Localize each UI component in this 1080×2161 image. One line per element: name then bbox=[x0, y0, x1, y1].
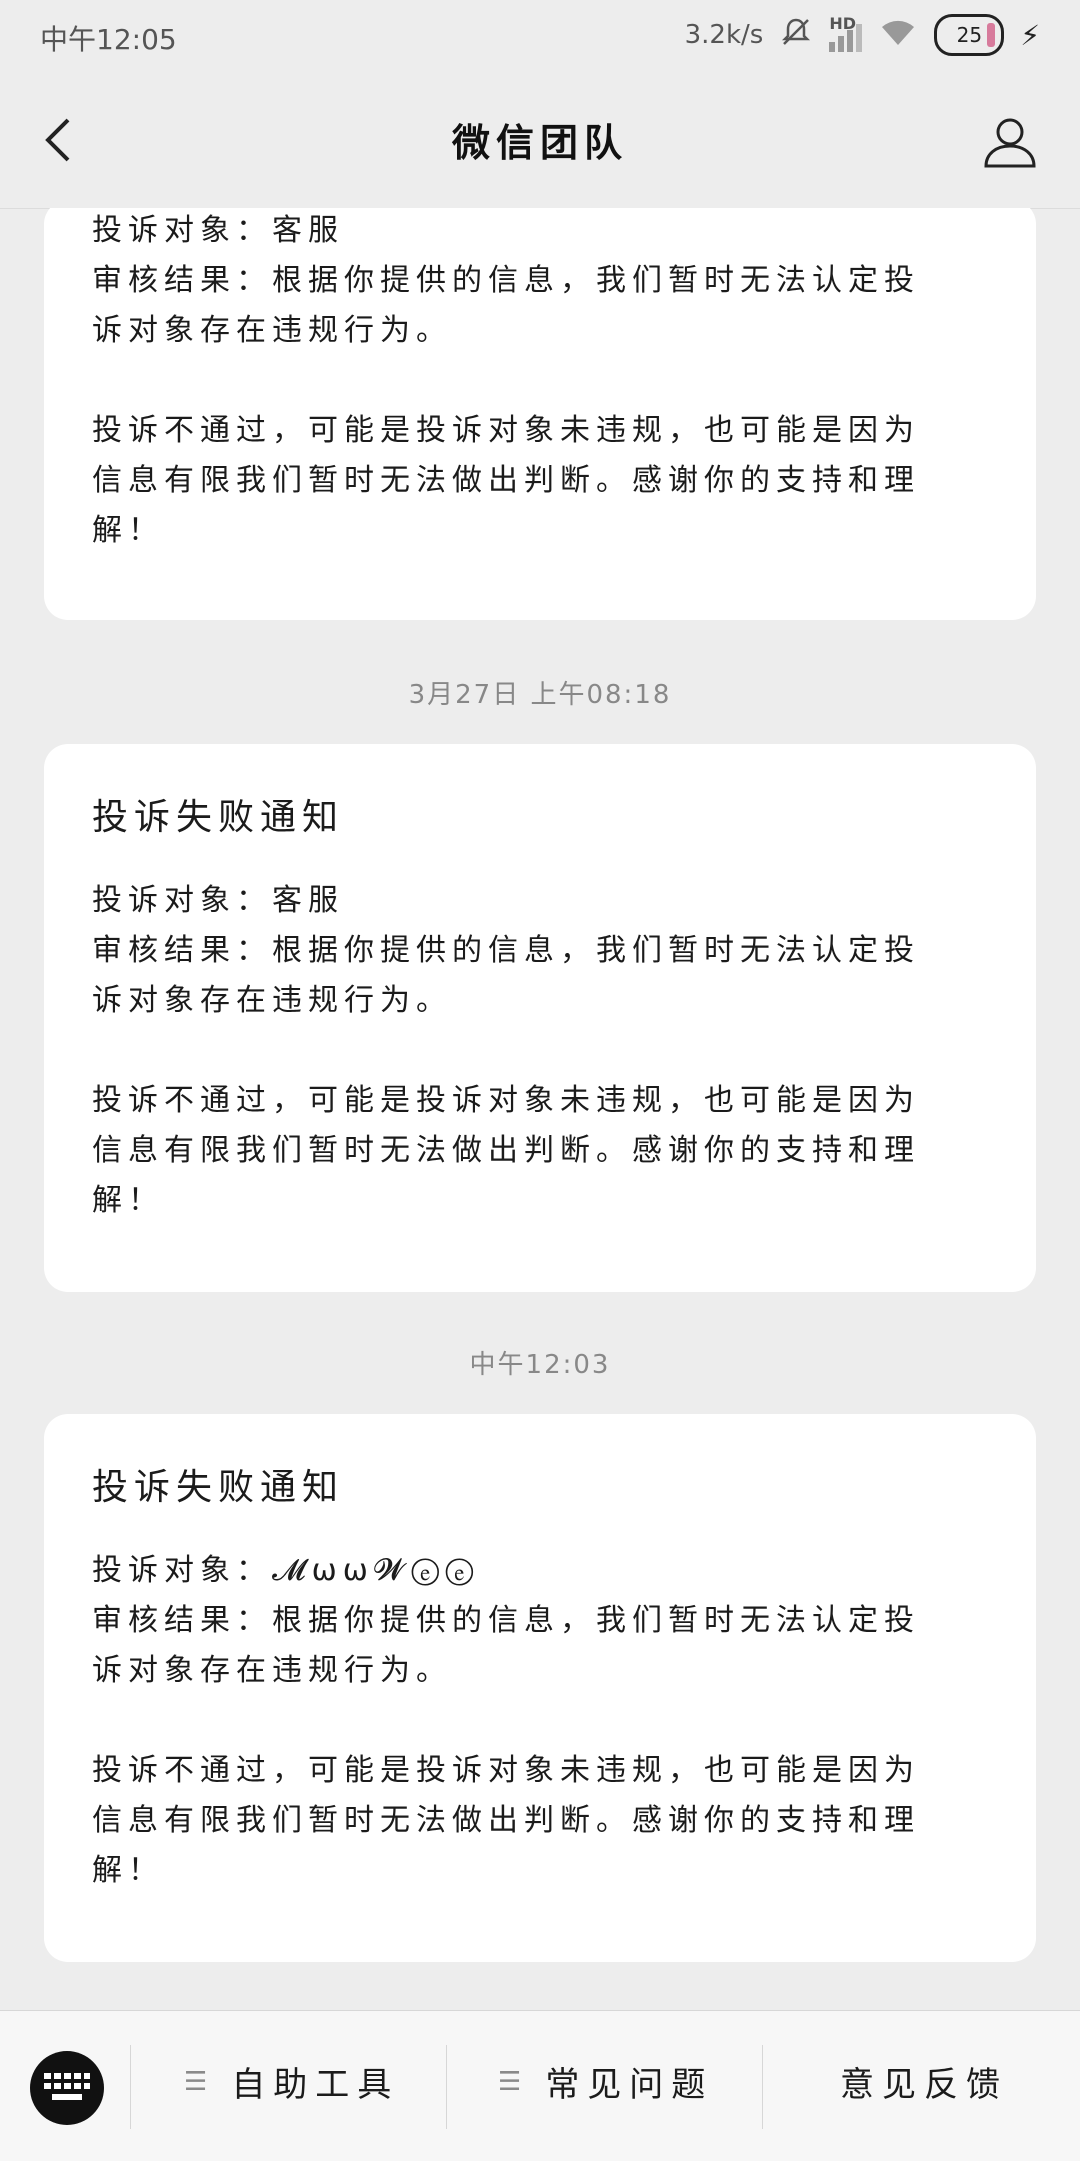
note-line: 信息有限我们暂时无法做出判断。感谢你的支持和理 bbox=[92, 463, 920, 498]
note-line: 投诉不通过，可能是投诉对象未违规，也可能是因为 bbox=[92, 1753, 920, 1788]
review-result-line: 诉对象存在违规行为。 bbox=[92, 1653, 452, 1688]
menu-icon: ☰ bbox=[498, 2066, 530, 2097]
nav-bar: 微信团队 bbox=[0, 72, 1080, 209]
keyboard-toggle-button[interactable] bbox=[30, 2051, 104, 2125]
note-line: 信息有限我们暂时无法做出判断。感谢你的支持和理 bbox=[92, 1803, 920, 1838]
charging-icon: ⚡ bbox=[1020, 18, 1040, 52]
review-result-line: 诉对象存在违规行为。 bbox=[92, 983, 452, 1018]
timestamp: 3月27日 上午08:18 bbox=[408, 680, 672, 710]
divider bbox=[446, 2045, 447, 2129]
person-icon bbox=[984, 118, 1036, 168]
card-title: 投诉失败通知 bbox=[92, 797, 345, 838]
status-icons: 3.2k/s HD 25 ⚡ bbox=[685, 14, 1040, 56]
message-card[interactable]: 投诉失败通知 投诉对象：𝓜ѡѡ𝓦ⓔⓔ 审核结果：根据你提供的信息，我们暂时无法认… bbox=[44, 1414, 1036, 1962]
menu-label: 自助工具 bbox=[231, 2065, 400, 2105]
review-result-line: 诉对象存在违规行为。 bbox=[92, 313, 452, 348]
hd-label: HD bbox=[829, 14, 856, 33]
divider bbox=[130, 2045, 131, 2129]
keyboard-icon bbox=[44, 2073, 90, 2100]
review-result-line: 审核结果：根据你提供的信息，我们暂时无法认定投 bbox=[92, 933, 920, 968]
complaint-target: 投诉对象：客服 bbox=[92, 213, 344, 248]
note-line: 解！ bbox=[92, 513, 164, 548]
signal-icon: HD bbox=[829, 14, 863, 52]
battery-icon: 25 bbox=[934, 14, 1005, 56]
note-line: 解！ bbox=[92, 1853, 164, 1888]
menu-icon: ☰ bbox=[184, 2066, 216, 2097]
menu-label: 常见问题 bbox=[545, 2065, 714, 2105]
divider bbox=[762, 2045, 763, 2129]
bottom-menu-bar: ☰ 自助工具 ☰ 常见问题 意见反馈 bbox=[0, 2010, 1080, 2161]
note-line: 投诉不通过，可能是投诉对象未违规，也可能是因为 bbox=[92, 1083, 920, 1118]
battery-level: 25 bbox=[956, 23, 983, 47]
menu-feedback[interactable]: 意见反馈 bbox=[840, 2057, 1008, 2106]
status-bar: 中午12:05 3.2k/s HD 25 ⚡ bbox=[0, 0, 1080, 72]
note-line: 投诉不通过，可能是投诉对象未违规，也可能是因为 bbox=[92, 413, 920, 448]
message-list[interactable]: 投诉对象：客服 审核结果：根据你提供的信息，我们暂时无法认定投 诉对象存在违规行… bbox=[0, 208, 1080, 2010]
network-speed: 3.2k/s bbox=[684, 20, 764, 50]
complaint-target: 投诉对象：客服 bbox=[92, 883, 344, 918]
menu-self-service[interactable]: ☰ 自助工具 bbox=[184, 2057, 399, 2106]
profile-button[interactable] bbox=[980, 112, 1040, 172]
message-card: 投诉对象：客服 审核结果：根据你提供的信息，我们暂时无法认定投 诉对象存在违规行… bbox=[44, 208, 1036, 620]
note-line: 信息有限我们暂时无法做出判断。感谢你的支持和理 bbox=[92, 1133, 920, 1168]
status-time: 中午12:05 bbox=[40, 23, 177, 56]
menu-label: 意见反馈 bbox=[840, 2065, 1008, 2105]
complaint-target: 投诉对象：𝓜ѡѡ𝓦ⓔⓔ bbox=[92, 1553, 480, 1588]
review-result-line: 审核结果：根据你提供的信息，我们暂时无法认定投 bbox=[92, 263, 920, 298]
wifi-icon bbox=[878, 15, 918, 56]
note-line: 解！ bbox=[92, 1183, 164, 1218]
mute-bell-icon bbox=[779, 15, 813, 56]
page-title: 微信团队 bbox=[451, 121, 628, 165]
card-title: 投诉失败通知 bbox=[92, 1467, 345, 1508]
message-card[interactable]: 投诉失败通知 投诉对象：客服 审核结果：根据你提供的信息，我们暂时无法认定投 诉… bbox=[44, 744, 1036, 1292]
review-result-line: 审核结果：根据你提供的信息，我们暂时无法认定投 bbox=[92, 1603, 920, 1638]
timestamp: 中午12:03 bbox=[469, 1350, 611, 1380]
menu-faq[interactable]: ☰ 常见问题 bbox=[498, 2057, 713, 2106]
